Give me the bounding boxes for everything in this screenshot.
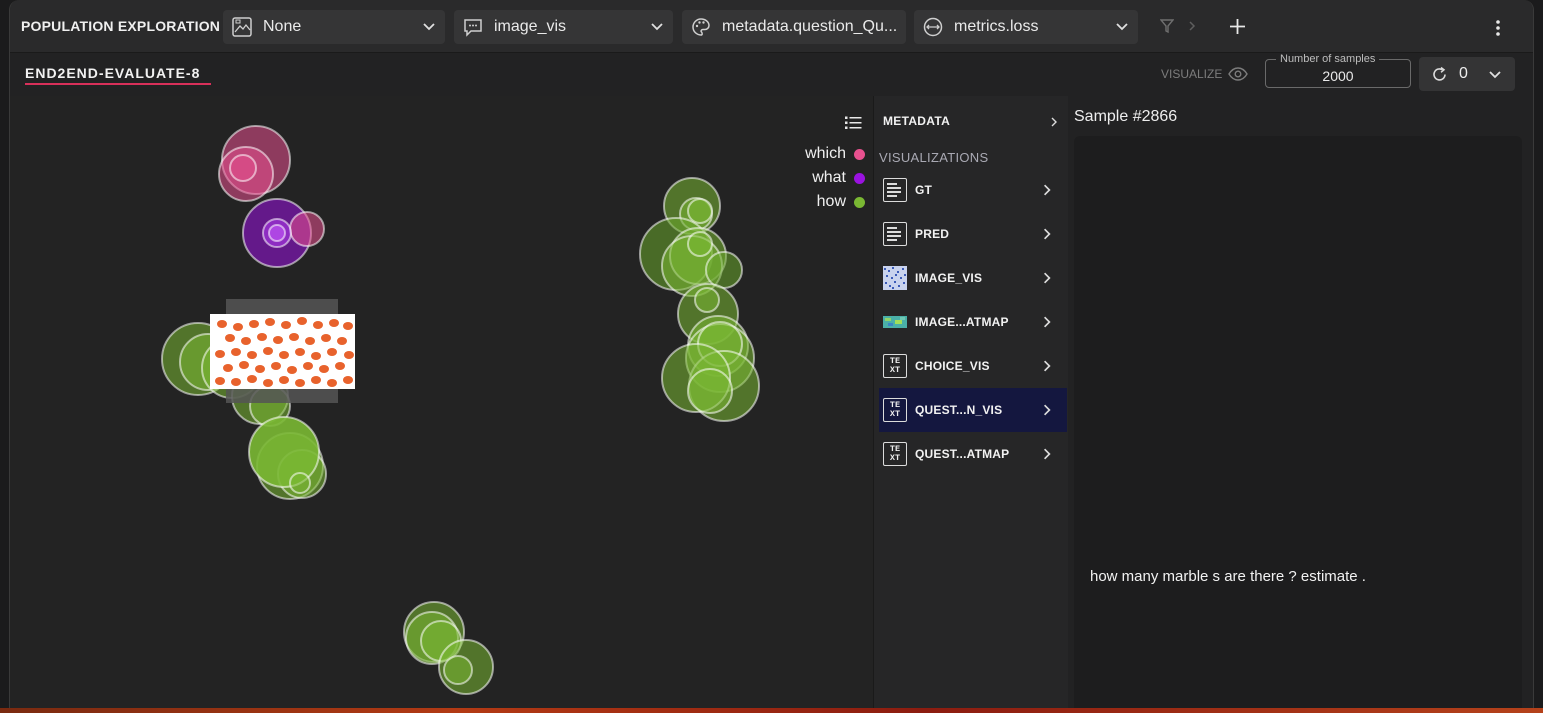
samples-value: 2000 [1322, 68, 1354, 84]
tab-underline [25, 83, 211, 85]
lines-icon [883, 178, 907, 202]
image-thumb-icon [883, 266, 907, 290]
legend-item-how[interactable]: how [805, 190, 865, 214]
population-scatter-plot[interactable]: which what how [10, 96, 873, 713]
chevron-right-icon [1044, 404, 1051, 416]
palette-icon [690, 16, 712, 38]
filter-icon[interactable] [1160, 18, 1174, 34]
vis-item-label: CHOICE_VIS [915, 359, 990, 373]
chevron-right-icon [1044, 272, 1051, 284]
dropdown-label: None [263, 18, 302, 35]
page-title: POPULATION EXPLORATION [21, 18, 221, 34]
size-icon [922, 16, 944, 38]
sample-detail-panel: Sample #2866 how many marble s are there… [1068, 96, 1533, 713]
legend-label: what [812, 169, 846, 186]
chevron-right-icon [1044, 184, 1051, 196]
lines-icon [883, 222, 907, 246]
vis-item-image-vis[interactable]: IMAGE_VIS [879, 256, 1067, 300]
hover-field-dropdown[interactable]: image_vis [454, 10, 673, 44]
marbles-thumbnail-image [210, 314, 355, 389]
text-icon: TE XT [883, 442, 907, 466]
text-icon: TE XT [883, 354, 907, 378]
chevron-down-icon [423, 23, 435, 31]
refresh-icon [1433, 66, 1446, 81]
display-type-dropdown[interactable]: None [223, 10, 445, 44]
refresh-dropdown[interactable]: 0 [1419, 57, 1515, 91]
color-field-dropdown[interactable]: metadata.question_Qu... [682, 10, 906, 44]
vis-item-label: GT [915, 183, 933, 197]
sample-visualization-card: how many marble s are there ? estimate . [1074, 136, 1522, 713]
vis-item-image-heatmap[interactable]: IMAGE...ATMAP [879, 300, 1067, 344]
legend-item-which[interactable]: which [805, 142, 865, 166]
vis-item-question-heatmap[interactable]: TE XT QUEST...ATMAP [879, 432, 1067, 476]
comment-icon [462, 16, 484, 38]
vis-item-label: IMAGE_VIS [915, 271, 983, 285]
visualize-button[interactable]: VISUALIZE [1161, 67, 1222, 81]
legend-dot [854, 196, 865, 208]
scatter-legend: which what how [805, 142, 865, 214]
samples-label: Number of samples [1276, 53, 1380, 65]
vis-item-question-vis[interactable]: TE XT QUEST...N_VIS [879, 388, 1067, 432]
chevron-right-icon [1044, 448, 1051, 460]
more-vert-icon[interactable] [1495, 19, 1501, 37]
dropdown-label: metadata.question_Qu... [722, 18, 898, 35]
vis-item-choice-vis[interactable]: TE XT CHOICE_VIS [879, 344, 1067, 388]
visualizations-heading: VISUALIZATIONS [879, 150, 989, 165]
legend-list-icon[interactable] [845, 116, 862, 130]
text-icon: TE XT [883, 398, 907, 422]
chevron-right-icon [1044, 228, 1051, 240]
tab-end2end-evaluate[interactable]: END2END-EVALUATE-8 [25, 65, 200, 81]
vis-item-pred[interactable]: PRED [879, 212, 1067, 256]
scatter-canvas[interactable] [10, 96, 873, 713]
chevron-right-icon[interactable] [1050, 117, 1058, 127]
legend-label: which [805, 145, 846, 162]
plus-icon[interactable] [1229, 18, 1246, 35]
sample-title: Sample #2866 [1074, 108, 1178, 125]
dropdown-label: image_vis [494, 18, 567, 35]
image-chart-icon [231, 16, 253, 38]
chevron-down-icon [1489, 71, 1501, 79]
desktop-background-strip [0, 708, 1543, 713]
vis-item-label: PRED [915, 227, 950, 241]
visualizations-panel: METADATA VISUALIZATIONS GT PRED IMAGE_VI… [873, 96, 1069, 713]
chevron-down-icon [1116, 23, 1128, 31]
dropdown-label: metrics.loss [954, 18, 1039, 35]
refresh-count: 0 [1459, 65, 1468, 82]
chevron-down-icon [651, 23, 663, 31]
legend-dot [854, 148, 865, 160]
tab-row: END2END-EVALUATE-8 VISUALIZE Number of s… [10, 53, 1533, 96]
number-of-samples-field[interactable]: Number of samples 2000 [1265, 53, 1411, 88]
app-window: POPULATION EXPLORATION None image_vis me… [9, 0, 1534, 713]
legend-dot [854, 172, 865, 184]
chevron-right-icon [1044, 316, 1051, 328]
question-text: how many marble s are there ? estimate . [1090, 568, 1366, 585]
legend-item-what[interactable]: what [805, 166, 865, 190]
metadata-section[interactable]: METADATA [883, 114, 950, 128]
top-toolbar: POPULATION EXPLORATION None image_vis me… [10, 0, 1533, 53]
size-field-dropdown[interactable]: metrics.loss [914, 10, 1138, 44]
chevron-right-icon [1044, 360, 1051, 372]
vis-item-label: QUEST...ATMAP [915, 447, 1010, 461]
vis-item-gt[interactable]: GT [879, 168, 1067, 212]
vis-item-label: IMAGE...ATMAP [915, 315, 1009, 329]
legend-label: how [816, 193, 846, 210]
vis-item-label: QUEST...N_VIS [915, 403, 1003, 417]
chevron-right-icon [1189, 21, 1196, 31]
eye-icon[interactable] [1228, 67, 1248, 81]
heatmap-thumb-icon [883, 316, 907, 328]
